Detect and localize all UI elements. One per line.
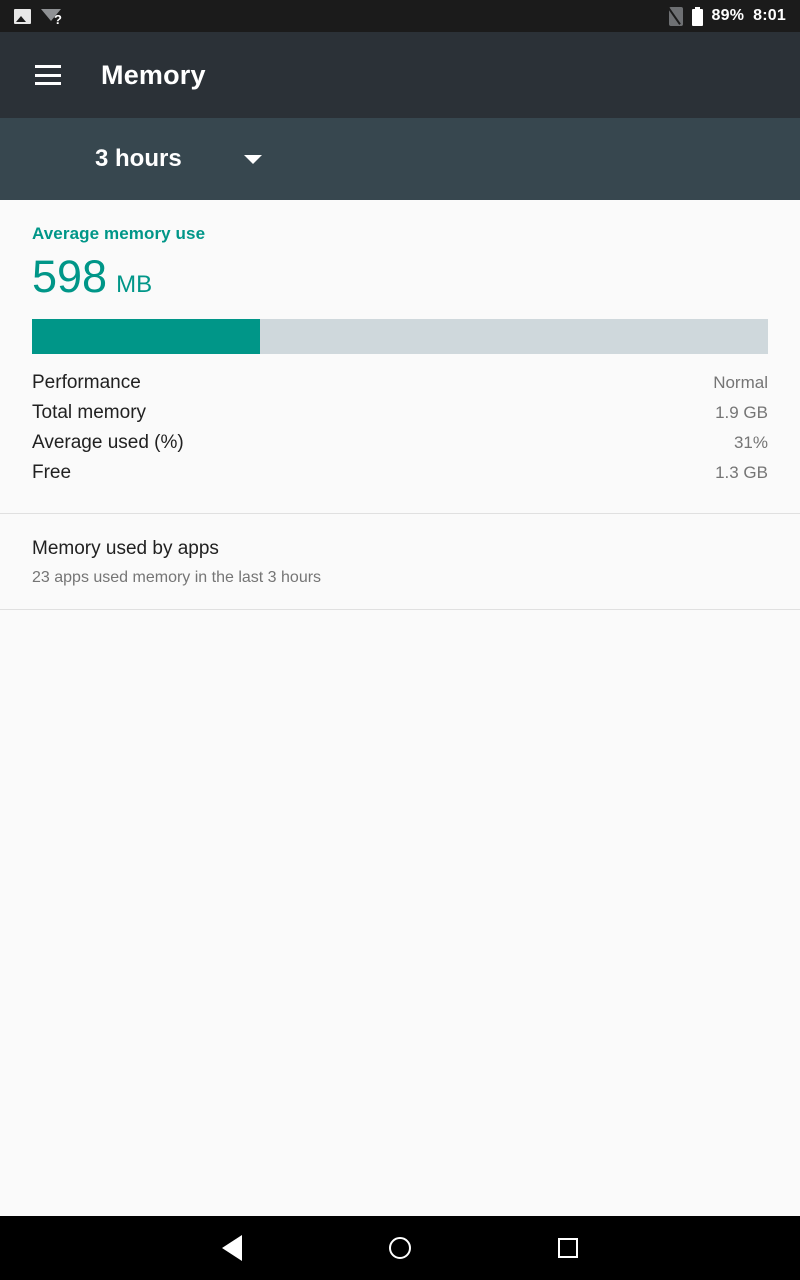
stat-value: 31% [733,433,768,452]
stat-label: Free [32,462,72,483]
page-title: Memory [101,59,206,90]
image-icon [14,8,31,24]
phone-screen: ? 89% 8:01 Memory 3 hours Average memory… [0,0,800,1280]
status-bar-right-icons: 89% 8:01 [665,4,786,26]
summary-value-row: 598 MB [32,254,768,299]
stat-row: Total memory 1.9 GB [32,402,768,432]
stat-value: 1.9 GB [715,403,768,422]
summary-unit: MB [116,271,153,298]
recents-icon [558,1238,578,1258]
chevron-down-icon [243,154,262,164]
stat-value: Normal [713,373,768,392]
no-sim-icon [665,4,683,26]
stat-row: Average used (%) 31% [32,432,768,462]
main-content: Average memory use 598 MB Performance Nor… [0,200,800,610]
memory-stats-list: Performance Normal Total memory 1.9 GB Avera… [32,372,768,492]
memory-usage-bar [32,319,768,354]
summary-title: Average memory use [32,224,206,243]
nav-back-button[interactable] [148,1235,316,1261]
system-navigation-bar [0,1216,800,1280]
time-range-bar: 3 hours [0,118,800,200]
memory-used-by-apps-row[interactable]: Memory used by apps 23 apps used memory … [0,514,800,609]
nav-home-button[interactable] [316,1237,484,1259]
stat-row: Free 1.3 GB [32,462,768,492]
time-range-spinner[interactable]: 3 hours [95,145,262,173]
summary-value: 598 [32,251,108,302]
wifi-question-icon: ? [41,8,62,26]
stat-label: Average used (%) [32,432,184,453]
stat-row: Performance Normal [32,372,768,402]
nav-recents-button[interactable] [484,1238,652,1258]
back-icon [222,1235,242,1261]
battery-icon [691,6,703,26]
hamburger-menu-icon[interactable] [35,65,61,85]
time-range-selected-label: 3 hours [95,145,182,172]
apps-section-subtitle: 23 apps used memory in the last 3 hours [32,569,322,586]
status-bar: ? 89% 8:01 [0,0,800,32]
app-bar: Memory [0,32,800,118]
stat-label: Total memory [32,402,147,423]
stat-label: Performance [32,372,141,393]
battery-percent: 89% [711,7,745,24]
divider-apps [0,609,800,610]
status-bar-clock: 8:01 [753,7,786,24]
memory-usage-bar-fill [32,319,261,354]
stat-value: 1.3 GB [715,463,768,482]
home-icon [389,1237,411,1259]
status-bar-left-icons: ? [14,8,62,26]
apps-section-title: Memory used by apps [32,538,219,559]
memory-summary: Average memory use 598 MB Performance Nor… [0,200,800,492]
